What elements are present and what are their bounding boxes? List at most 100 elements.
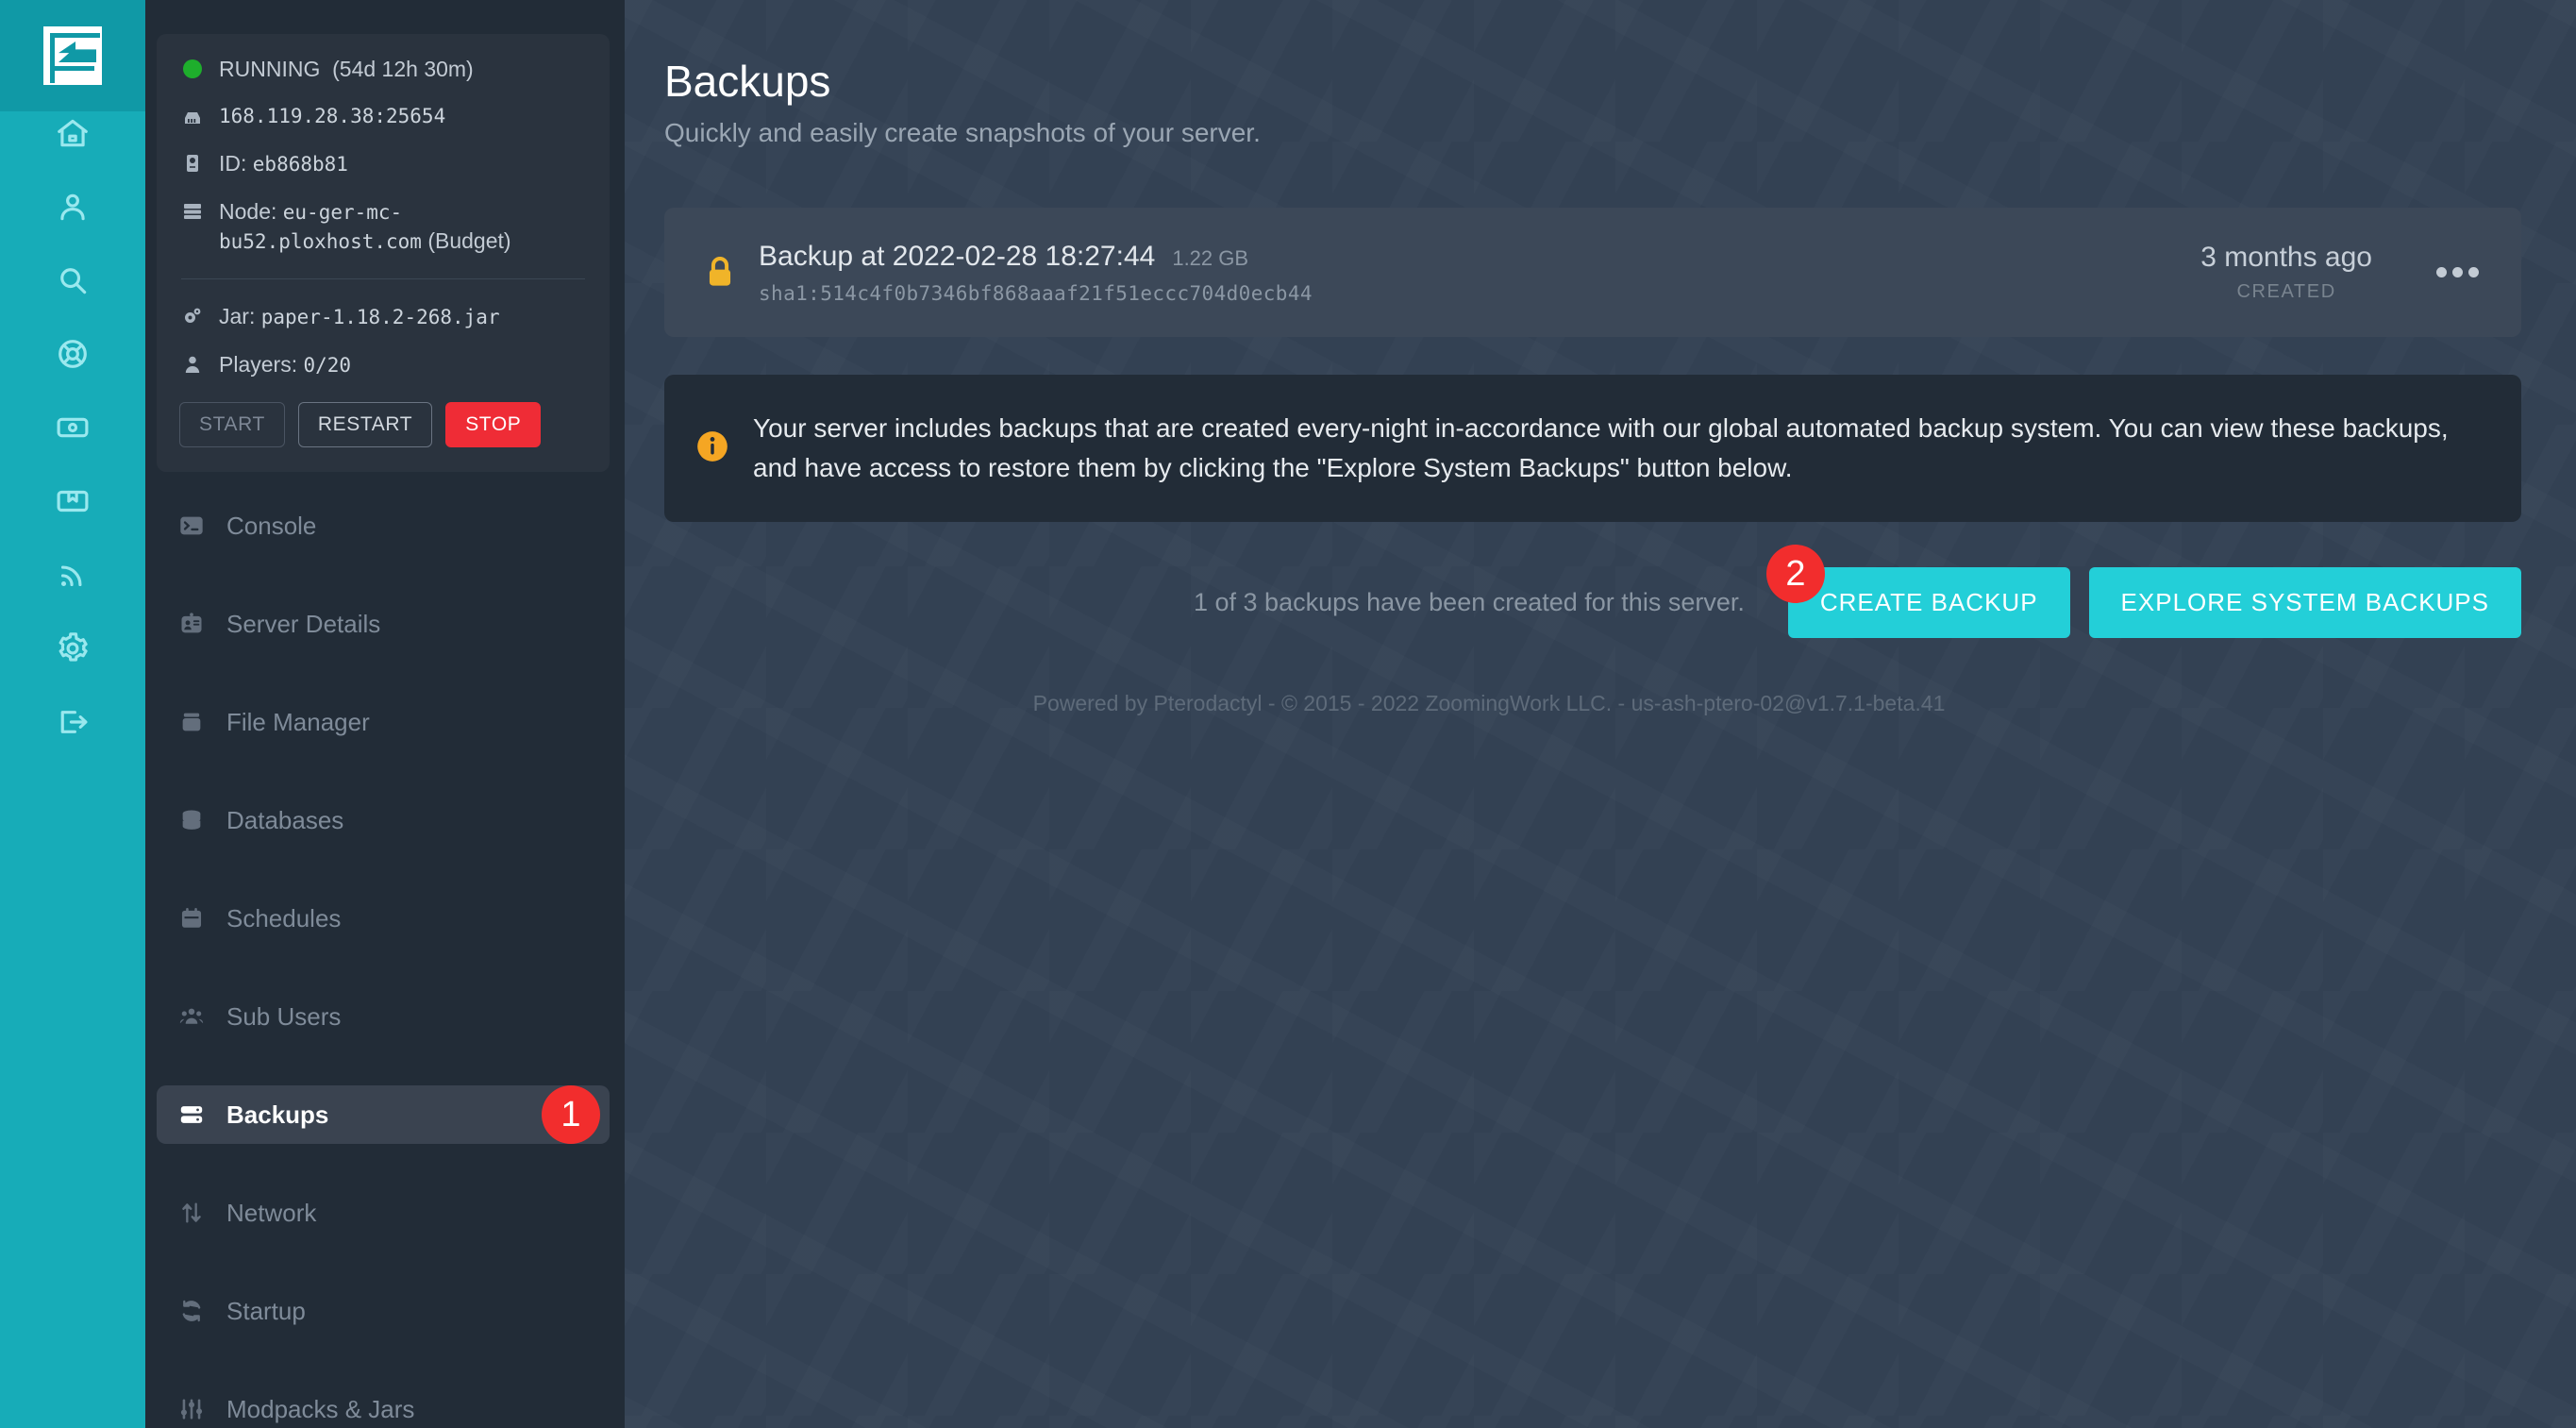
refresh-icon [177, 1297, 206, 1325]
server-node-row: Node: eu-ger-mc-bu52.ploxhost.com (Budge… [179, 197, 587, 256]
stop-button[interactable]: STOP [445, 402, 542, 447]
page-subtitle: Quickly and easily create snapshots of y… [664, 118, 1261, 147]
explore-system-backups-button[interactable]: EXPLORE SYSTEM BACKUPS [2088, 567, 2521, 638]
backup-size: 1.22 GB [1172, 245, 1249, 270]
sidebar-item-label: Server Details [226, 609, 381, 638]
sidebar-item-server-details[interactable]: Server Details [157, 595, 610, 653]
info-icon [694, 428, 730, 469]
network-port-icon [179, 102, 206, 130]
terminal-icon [177, 512, 206, 540]
logout-icon [55, 704, 91, 745]
users-icon [177, 1002, 206, 1031]
server-address-row: 168.119.28.38:25654 [179, 102, 587, 130]
server-rack-icon [179, 197, 206, 226]
server-status-row: RUNNING (54d 12h 30m) [179, 55, 587, 83]
id-card-icon [177, 610, 206, 638]
backup-row[interactable]: Backup at 2022-02-28 18:27:44 1.22 GB sh… [664, 208, 2521, 337]
logo-mark [43, 26, 102, 85]
server-players-row: Players: 0/20 [179, 350, 587, 379]
info-alert: Your server includes backups that are cr… [664, 375, 2521, 522]
sidebar-item-startup[interactable]: Startup [157, 1282, 610, 1340]
server-jar-text: Jar: paper-1.18.2-268.jar [219, 304, 500, 328]
panel-heading: Events [145, 0, 625, 9]
annotation-badge-2: 2 [1766, 545, 1825, 603]
sidebar-item-databases[interactable]: Databases [157, 791, 610, 849]
sidebar-item-label: Startup [226, 1296, 306, 1325]
sidebar-scroll-area: Events RUNNING (54d 12h 30m) 168.119.28.… [145, 0, 625, 1428]
sidebar-item-file-manager[interactable]: File Manager [157, 693, 610, 751]
annotation-badge-1: 1 [542, 1085, 600, 1144]
sidebar-item-sub-users[interactable]: Sub Users [157, 987, 610, 1046]
rail-item-logout[interactable] [0, 687, 145, 761]
rail-item-settings[interactable] [0, 613, 145, 687]
identity-icon [179, 149, 206, 177]
sidebar-item-label: Sub Users [226, 1001, 342, 1031]
lock-icon [696, 254, 744, 292]
backup-name: Backup at 2022-02-28 18:27:44 [759, 240, 1156, 272]
ploxhost-logo[interactable] [0, 0, 145, 111]
more-options-icon[interactable] [2429, 267, 2485, 277]
rail-item-account[interactable] [0, 172, 145, 245]
sliders-icon [177, 1395, 206, 1423]
backup-state: CREATED [2236, 281, 2336, 302]
status-icon [55, 557, 91, 597]
backup-count-text: 1 of 3 backups have been created for thi… [1194, 588, 1745, 616]
rail-item-billing[interactable] [0, 393, 145, 466]
sidebar-item-network[interactable]: Network [157, 1184, 610, 1242]
sidebar-item-label: Schedules [226, 903, 342, 932]
sidebar-item-backups[interactable]: Backups 1 [157, 1085, 610, 1144]
rail-item-home[interactable] [0, 98, 145, 172]
server-node-text: Node: eu-ger-mc-bu52.ploxhost.com (Budge… [219, 199, 511, 253]
server-id-row: ID: eb868b81 [179, 149, 587, 178]
calendar-icon [177, 904, 206, 932]
sidebar-item-label: Backups [226, 1100, 329, 1129]
start-button[interactable]: START [179, 402, 285, 447]
actions-row: 1 of 3 backups have been created for thi… [664, 545, 2521, 638]
sidebar-item-label: Databases [226, 805, 344, 834]
docs-icon [55, 483, 91, 524]
server-id-text: ID: eb868b81 [219, 151, 348, 176]
file-box-icon [177, 708, 206, 736]
server-summary-card: RUNNING (54d 12h 30m) 168.119.28.38:2565… [157, 34, 610, 472]
account-icon [55, 189, 91, 229]
page-title: Backups [664, 57, 831, 106]
sidebar-item-label: Console [226, 511, 317, 540]
lifebuoy-icon [55, 336, 91, 377]
billing-icon [55, 410, 91, 450]
server-nav: Console Server Details File Manager Data… [145, 496, 625, 1428]
backup-timestamp: 3 months ago CREATED [2200, 242, 2429, 303]
backup-info: Backup at 2022-02-28 18:27:44 1.22 GB sh… [744, 241, 2200, 305]
gears-icon [179, 302, 206, 330]
sidebar-item-label: Network [226, 1198, 317, 1227]
player-icon [179, 350, 206, 378]
sidebar-item-console[interactable]: Console [157, 496, 610, 555]
rail-item-search[interactable] [0, 245, 145, 319]
arrows-updown-icon [177, 1199, 206, 1227]
divider [181, 278, 585, 279]
server-rack-icon [177, 1100, 206, 1129]
server-address: 168.119.28.38:25654 [219, 105, 446, 127]
backup-checksum: sha1:514c4f0b7346bf868aaaf21f51eccc704d0… [759, 281, 1313, 305]
server-players-text: Players: 0/20 [219, 352, 352, 377]
gear-icon [55, 630, 91, 671]
server-jar-row: Jar: paper-1.18.2-268.jar [179, 302, 587, 331]
sidebar-item-modpacks-jars[interactable]: Modpacks & Jars [157, 1380, 610, 1428]
sidebar-item-label: Modpacks & Jars [226, 1394, 415, 1423]
search-icon [55, 262, 91, 303]
rail-item-status[interactable] [0, 540, 145, 613]
info-alert-text: Your server includes backups that are cr… [753, 413, 2449, 482]
status-dot-icon [179, 55, 206, 83]
sidebar-item-schedules[interactable]: Schedules [157, 889, 610, 948]
main-content: Backups Quickly and easily create snapsh… [625, 0, 2576, 1428]
server-sidebar: Events RUNNING (54d 12h 30m) 168.119.28.… [145, 0, 625, 1428]
backup-relative-time: 3 months ago [2200, 242, 2372, 273]
server-status-text: RUNNING (54d 12h 30m) [219, 57, 474, 81]
rail-item-docs[interactable] [0, 466, 145, 540]
logo-bar [55, 66, 94, 71]
restart-button[interactable]: RESTART [297, 402, 433, 447]
create-backup-button[interactable]: CREATE BACKUP [1787, 567, 2070, 638]
global-icon-rail [0, 0, 145, 1428]
home-icon [55, 115, 91, 156]
database-icon [177, 806, 206, 834]
rail-item-support[interactable] [0, 319, 145, 393]
